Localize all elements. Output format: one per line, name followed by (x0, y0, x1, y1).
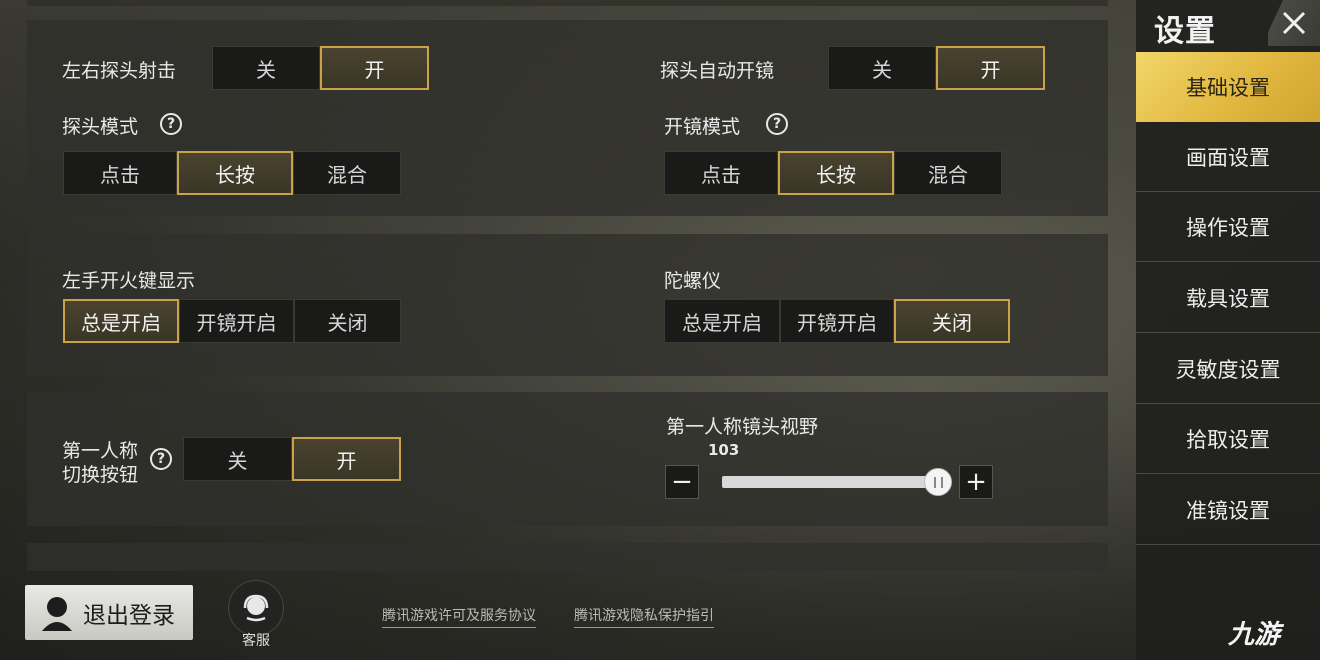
peek-mode-selector: 点击 长按 混合 (63, 151, 401, 195)
sidebar-item-sensitivity[interactable]: 灵敏度设置 (1136, 334, 1320, 404)
peek-auto-scope-on[interactable]: 开 (936, 46, 1045, 90)
peek-fire-on[interactable]: 开 (320, 46, 429, 90)
user-icon (42, 596, 72, 631)
peek-mode-label: 探头模式 (62, 116, 139, 138)
settings-title: 设置 (1154, 14, 1216, 49)
gyroscope-off[interactable]: 关闭 (894, 299, 1010, 343)
left-fire-scoped[interactable]: 开镜开启 (179, 299, 294, 343)
sidebar-item-vehicle[interactable]: 载具设置 (1136, 263, 1320, 333)
gyroscope-always[interactable]: 总是开启 (664, 299, 780, 343)
grip-icon (934, 477, 943, 488)
first-person-off[interactable]: 关 (183, 437, 292, 481)
peek-mode-help-icon[interactable]: ? (160, 113, 182, 135)
headset-icon (228, 580, 284, 636)
gyroscope-scoped[interactable]: 开镜开启 (780, 299, 894, 343)
gyroscope-label: 陀螺仪 (664, 270, 722, 292)
sidebar-item-graphics[interactable]: 画面设置 (1136, 122, 1320, 192)
peek-mode-mixed[interactable]: 混合 (293, 151, 401, 195)
privacy-guide-link[interactable]: 腾讯游戏隐私保护指引 (574, 605, 714, 628)
peek-auto-scope-toggle: 关 开 (828, 46, 1045, 90)
watermark-logo: 九游 (1228, 614, 1280, 651)
peek-mode-tap[interactable]: 点击 (63, 151, 177, 195)
logout-label: 退出登录 (83, 602, 175, 629)
sidebar-item-basic[interactable]: 基础设置 (1136, 52, 1320, 122)
scope-mode-hold[interactable]: 长按 (778, 151, 894, 195)
left-fire-display-selector: 总是开启 开镜开启 关闭 (63, 299, 401, 343)
logout-button[interactable]: 退出登录 (25, 585, 193, 640)
close-icon (1282, 11, 1306, 35)
first-person-on[interactable]: 开 (292, 437, 401, 481)
customer-service-label: 客服 (242, 633, 270, 649)
watermark-text: 九游 (1228, 620, 1281, 650)
peek-auto-scope-label: 探头自动开镜 (660, 60, 775, 82)
fov-slider-handle[interactable] (924, 468, 952, 496)
scope-mode-mixed[interactable]: 混合 (894, 151, 1002, 195)
first-person-fov-label: 第一人称镜头视野 (666, 416, 819, 438)
peek-fire-toggle: 关 开 (212, 46, 429, 90)
fov-increase-button[interactable]: + (959, 465, 993, 499)
scope-mode-label: 开镜模式 (664, 116, 741, 138)
left-fire-always[interactable]: 总是开启 (63, 299, 179, 343)
license-agreement-link[interactable]: 腾讯游戏许可及服务协议 (382, 605, 536, 628)
scope-mode-help-icon[interactable]: ? (766, 113, 788, 135)
sidebar-item-controls[interactable]: 操作设置 (1136, 192, 1320, 262)
first-person-toggle-label-line1: 第一人称 (62, 440, 139, 462)
peek-mode-hold[interactable]: 长按 (177, 151, 293, 195)
peek-auto-scope-off[interactable]: 关 (828, 46, 936, 90)
panel-next-section (27, 543, 1108, 571)
gyroscope-selector: 总是开启 开镜开启 关闭 (664, 299, 1010, 343)
fov-value: 103 (708, 441, 740, 459)
fov-slider-track[interactable] (722, 476, 938, 488)
sidebar-item-pickup[interactable]: 拾取设置 (1136, 404, 1320, 474)
sidebar-item-scope[interactable]: 准镜设置 (1136, 475, 1320, 545)
first-person-toggle-label-line2: 切换按钮 (62, 464, 139, 486)
left-fire-display-label: 左手开火键显示 (62, 270, 196, 292)
first-person-toggle: 关 开 (183, 437, 401, 481)
peek-fire-label: 左右探头射击 (62, 60, 177, 82)
peek-fire-off[interactable]: 关 (212, 46, 320, 90)
top-panel-edge (27, 0, 1108, 6)
close-button[interactable] (1268, 0, 1320, 46)
left-fire-off[interactable]: 关闭 (294, 299, 401, 343)
customer-service-button[interactable]: 客服 (226, 580, 286, 650)
scope-mode-selector: 点击 长按 混合 (664, 151, 1002, 195)
first-person-help-icon[interactable]: ? (150, 448, 172, 470)
fov-decrease-button[interactable]: − (665, 465, 699, 499)
scope-mode-tap[interactable]: 点击 (664, 151, 778, 195)
